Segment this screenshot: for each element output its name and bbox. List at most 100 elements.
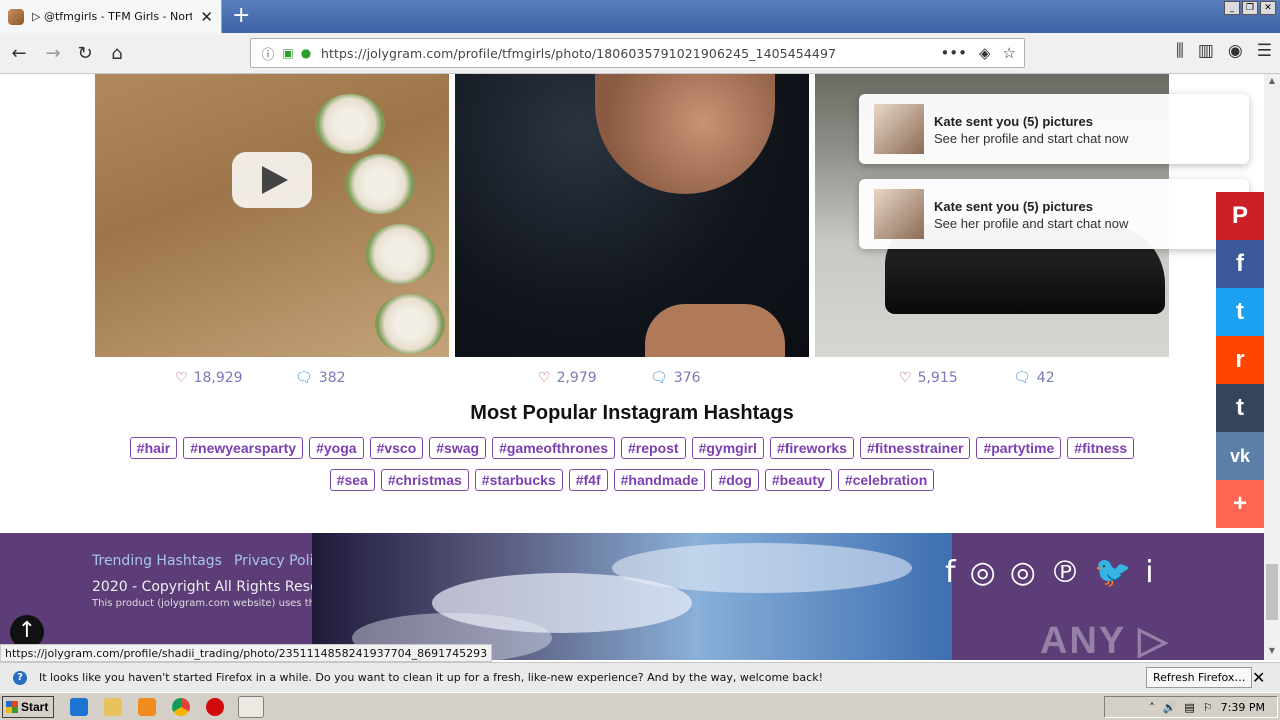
hashtag-link[interactable]: #beauty (764, 469, 832, 491)
share-facebook-button[interactable]: f (1216, 240, 1264, 288)
clock[interactable]: 7:39 PM (1221, 701, 1265, 714)
library-icon[interactable]: ⫼ (1176, 41, 1184, 61)
notification-avatar (874, 189, 924, 239)
hashtag-link[interactable]: #fireworks (769, 437, 854, 459)
likes-count: 5,915 (917, 370, 958, 386)
chat-notification[interactable]: Kate sent you (5) pictures See her profi… (859, 94, 1249, 164)
volume-icon[interactable]: 🔊 (1163, 701, 1177, 714)
opera-icon[interactable] (206, 698, 224, 716)
share-pinterest-button[interactable]: P (1216, 192, 1264, 240)
bookmark-star-icon[interactable]: ☆ (1003, 44, 1016, 62)
page-scrollbar[interactable]: ▲ ▼ (1264, 74, 1280, 660)
hashtag-link[interactable]: #hair (129, 437, 178, 459)
sushi-piece (375, 294, 445, 354)
refresh-firefox-button[interactable]: Refresh Firefox… (1146, 667, 1253, 688)
hashtag-link[interactable]: #sea (329, 469, 375, 491)
tray-expand-icon[interactable]: ˄ (1149, 701, 1155, 714)
privacy-policy-link[interactable]: Privacy Polic (234, 553, 321, 569)
hashtag-link[interactable]: #repost (621, 437, 686, 459)
notification-title: Kate sent you (5) pictures (934, 199, 1093, 214)
close-window-button[interactable]: ✕ (1260, 1, 1276, 15)
hashtag-link[interactable]: #fitness (1067, 437, 1135, 459)
hashtag-link[interactable]: #partytime (976, 437, 1062, 459)
instagram-icon[interactable]: ◎ (1010, 555, 1036, 590)
trending-hashtags-link[interactable]: Trending Hashtags (92, 553, 222, 569)
address-bar-actions: ••• ◈ ☆ (940, 44, 1016, 62)
post-stats-3: ♡ 5,915 🗨 42 (899, 370, 1133, 386)
share-more-button[interactable]: + (1216, 480, 1264, 528)
ie-icon[interactable] (70, 698, 88, 716)
hashtag-link[interactable]: #dog (711, 469, 759, 491)
notification-title: Kate sent you (5) pictures (934, 114, 1093, 129)
network-icon[interactable]: ▤ (1184, 701, 1194, 714)
chrome-icon[interactable] (172, 698, 190, 716)
notification-text: See her profile and start chat now (934, 131, 1129, 146)
system-tray: ˄ 🔊 ▤ ⚐ 7:39 PM (1104, 696, 1278, 718)
share-twitter-button[interactable]: t (1216, 288, 1264, 336)
sushi-piece (315, 94, 385, 154)
sidebar-icon[interactable]: ▥ (1198, 41, 1214, 61)
chat-notification[interactable]: Kate sent you (5) pictures See her profi… (859, 179, 1249, 249)
hashtag-link[interactable]: #starbucks (474, 469, 563, 491)
tab-title: ▷ @tfmgirls - TFM Girls - Northeast (32, 10, 192, 23)
firefox-taskbar-button[interactable] (238, 696, 264, 718)
new-tab-button[interactable]: + (232, 3, 250, 28)
toolbar-right: ⫼ ▥ ◉ ☰ (1176, 41, 1272, 61)
media-player-icon[interactable] (138, 698, 156, 716)
flag-icon[interactable]: ⚐ (1203, 701, 1213, 714)
twitter-icon[interactable]: 🐦 (1094, 555, 1131, 590)
pinterest-icon[interactable]: ℗ (1050, 555, 1080, 590)
close-notification-icon[interactable]: ✕ (1252, 668, 1265, 687)
hashtag-link[interactable]: #celebration (837, 469, 935, 491)
scroll-thumb[interactable] (1266, 564, 1278, 620)
url-text[interactable]: https://jolygram.com/profile/tfmgirls/ph… (321, 46, 836, 61)
start-button[interactable]: Start (2, 696, 54, 718)
heart-icon: ♡ (899, 370, 912, 386)
hashtag-link[interactable]: #christmas (380, 469, 469, 491)
folder-icon[interactable] (104, 698, 122, 716)
sky-video-overlay[interactable] (312, 533, 952, 660)
likes-count: 18,929 (193, 370, 243, 386)
share-vk-button[interactable]: vk (1216, 432, 1264, 480)
hashtag-link[interactable]: #newyearsparty (183, 437, 304, 459)
instagram-icon[interactable]: ◎ (970, 555, 996, 590)
post-thumbnail-1[interactable] (95, 74, 449, 357)
hashtag-link[interactable]: #gymgirl (691, 437, 764, 459)
hashtag-link[interactable]: #f4f (568, 469, 608, 491)
play-video-button[interactable] (232, 152, 312, 208)
scroll-down-icon[interactable]: ▼ (1266, 646, 1278, 658)
sushi-piece (345, 154, 415, 214)
hashtag-link[interactable]: #gameofthrones (492, 437, 615, 459)
restore-button[interactable]: ❐ (1242, 1, 1258, 15)
menu-icon[interactable]: ☰ (1257, 41, 1272, 61)
hashtag-link[interactable]: #vsco (369, 437, 424, 459)
share-reddit-button[interactable]: r (1216, 336, 1264, 384)
address-bar[interactable]: ⓘ ▣ ● https://jolygram.com/profile/tfmgi… (250, 38, 1025, 68)
home-icon[interactable]: ⌂ (104, 41, 130, 67)
hashtag-link[interactable]: #swag (429, 437, 487, 459)
back-icon[interactable]: ← (6, 41, 32, 67)
scroll-up-icon[interactable]: ▲ (1266, 76, 1278, 88)
permissions-icon[interactable]: ▣ (279, 46, 297, 60)
site-info-icon[interactable]: ⓘ (257, 44, 279, 63)
pocket-icon[interactable]: ◈ (979, 44, 991, 62)
page-actions-icon[interactable]: ••• (940, 44, 967, 62)
post-thumbnail-2[interactable] (455, 74, 809, 357)
forward-icon[interactable]: → (40, 41, 66, 67)
sushi-piece (365, 224, 435, 284)
hashtag-link[interactable]: #fitnesstrainer (859, 437, 971, 459)
heart-icon: ♡ (175, 370, 188, 386)
browser-tab[interactable]: ▷ @tfmgirls - TFM Girls - Northeast ✕ (0, 0, 222, 33)
reload-icon[interactable]: ↻ (72, 41, 98, 67)
hashtag-link[interactable]: #handmade (613, 469, 706, 491)
account-icon[interactable]: ◉ (1228, 41, 1243, 61)
hashtag-link[interactable]: #yoga (309, 437, 364, 459)
minimize-button[interactable]: _ (1224, 1, 1240, 15)
share-tumblr-button[interactable]: t (1216, 384, 1264, 432)
lock-icon[interactable]: ● (297, 46, 315, 60)
window-controls: _ ❐ ✕ (1224, 1, 1276, 15)
info-icon[interactable]: i (1145, 555, 1153, 590)
comment-icon: 🗨 (650, 370, 668, 386)
facebook-icon[interactable]: f (945, 555, 956, 590)
close-tab-icon[interactable]: ✕ (200, 8, 213, 26)
